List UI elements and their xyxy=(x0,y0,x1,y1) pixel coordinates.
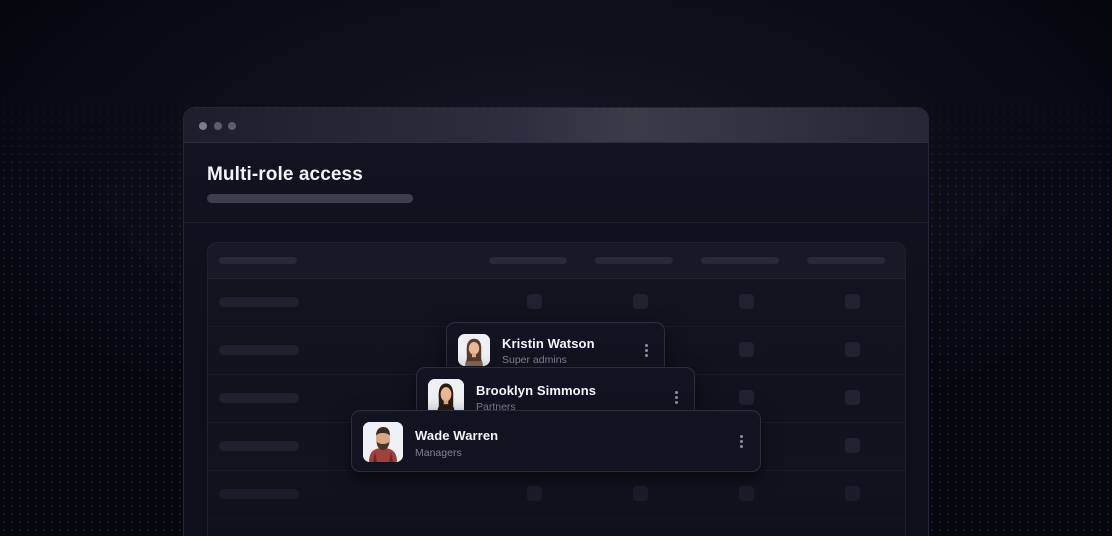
permission-checkbox[interactable] xyxy=(739,294,754,309)
window-close-dot[interactable] xyxy=(199,122,207,130)
window-titlebar xyxy=(184,108,928,143)
row-label-placeholder xyxy=(219,441,299,451)
user-name: Kristin Watson xyxy=(502,336,595,351)
table-header xyxy=(208,243,905,279)
permission-checkbox[interactable] xyxy=(845,342,860,357)
user-role: Super admins xyxy=(502,354,567,366)
permission-checkbox[interactable] xyxy=(739,390,754,405)
stage: Multi-role access Kristin Watson Super a… xyxy=(0,0,1112,536)
page-title: Multi-role access xyxy=(207,164,363,185)
window-minimize-dot[interactable] xyxy=(214,122,222,130)
user-name: Brooklyn Simmons xyxy=(476,383,597,398)
avatar-man-icon xyxy=(363,422,403,462)
row-label-placeholder xyxy=(219,345,299,355)
header-placeholder xyxy=(701,257,779,264)
header-placeholder xyxy=(489,257,567,264)
avatar-woman-icon xyxy=(458,334,490,366)
window-maximize-dot[interactable] xyxy=(228,122,236,130)
permission-checkbox[interactable] xyxy=(845,438,860,453)
header-placeholder xyxy=(807,257,885,264)
more-options-icon[interactable] xyxy=(640,344,652,358)
more-options-icon[interactable] xyxy=(670,391,682,405)
user-name: Wade Warren xyxy=(415,428,499,443)
header-divider xyxy=(184,222,928,223)
table-fade-overlay xyxy=(208,463,905,536)
header-placeholder xyxy=(219,257,297,264)
permission-checkbox[interactable] xyxy=(845,294,860,309)
permission-checkbox[interactable] xyxy=(633,294,648,309)
more-options-icon[interactable] xyxy=(735,435,747,449)
row-label-placeholder xyxy=(219,297,299,307)
header-placeholder xyxy=(595,257,673,264)
permission-checkbox[interactable] xyxy=(845,390,860,405)
permission-checkbox[interactable] xyxy=(739,342,754,357)
row-label-placeholder xyxy=(219,393,299,403)
permission-checkbox[interactable] xyxy=(527,294,542,309)
subtitle-placeholder xyxy=(207,194,413,203)
user-role: Managers xyxy=(415,447,462,459)
user-card[interactable]: Wade Warren Managers xyxy=(351,410,761,472)
